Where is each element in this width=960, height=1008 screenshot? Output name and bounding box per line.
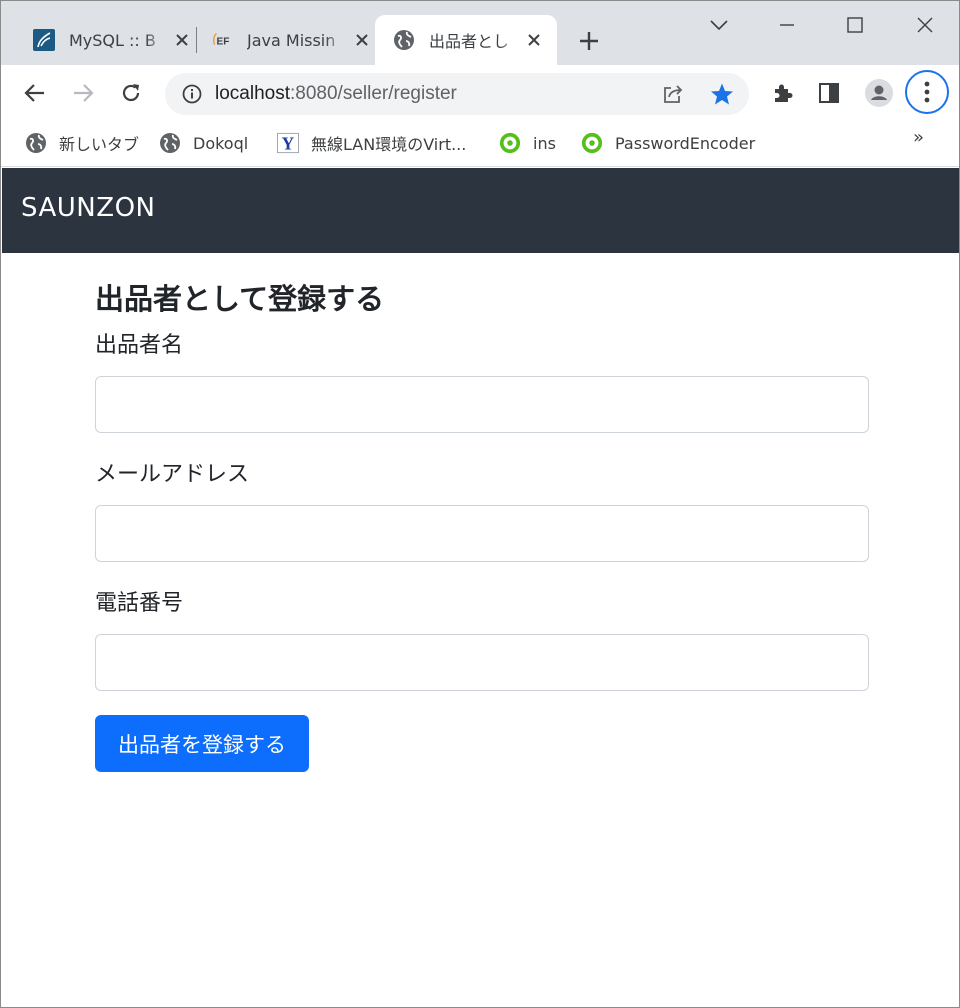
side-panel-icon <box>819 83 839 103</box>
back-button[interactable] <box>19 77 51 109</box>
globe-icon <box>159 132 181 154</box>
minimize-button[interactable] <box>771 9 803 41</box>
bookmarks-bar: 新しいタブ Dokoql Y 無線LAN環境のVirt... ins Passw… <box>1 121 959 167</box>
bookmark-item[interactable]: 新しいタブ <box>25 129 139 157</box>
forward-button[interactable] <box>67 77 99 109</box>
reload-button[interactable] <box>115 77 147 109</box>
green-ring-icon <box>581 132 603 154</box>
globe-icon <box>25 132 47 154</box>
tab-separator <box>196 27 197 53</box>
tab-java[interactable]: EF Java Missin <box>201 15 373 65</box>
bookmark-star-icon[interactable] <box>709 81 735 107</box>
close-icon[interactable] <box>523 29 545 51</box>
bookmark-item[interactable]: ins <box>499 129 556 157</box>
puzzle-icon <box>775 84 793 102</box>
site-brand[interactable]: SAUNZON <box>21 193 155 223</box>
yahoo-y-icon: Y <box>277 132 299 154</box>
email-label: メールアドレス <box>95 462 250 487</box>
close-icon[interactable] <box>351 29 373 51</box>
bookmark-label: PasswordEncoder <box>615 133 756 153</box>
close-icon <box>917 17 933 33</box>
new-tab-button[interactable] <box>575 27 603 55</box>
bookmarks-overflow-button[interactable]: » <box>913 127 924 148</box>
plus-icon <box>580 32 598 50</box>
more-vert-icon <box>924 81 930 103</box>
tab-mysql[interactable]: MySQL :: B <box>23 15 193 65</box>
green-ring-icon <box>499 132 521 154</box>
site-navbar: SAUNZON <box>2 168 959 253</box>
seller-name-label: 出品者名 <box>95 333 184 358</box>
browser-window: MySQL :: B EF Java Missin 出品者とし localhos… <box>0 0 960 1008</box>
url-text[interactable]: localhost:8080/seller/register <box>215 83 457 105</box>
page-title: 出品者として登録する <box>95 282 385 316</box>
tab-title: MySQL :: B <box>69 30 156 50</box>
minimize-icon <box>780 24 794 26</box>
bookmark-item[interactable]: Y 無線LAN環境のVirt... <box>277 129 466 157</box>
phone-label: 電話番号 <box>95 591 184 616</box>
bookmark-item[interactable]: Dokoql <box>159 129 248 157</box>
chevron-down-icon <box>710 20 728 31</box>
tab-search-button[interactable] <box>703 9 735 41</box>
tab-strip: MySQL :: B EF Java Missin 出品者とし <box>1 1 959 65</box>
info-icon[interactable] <box>181 83 203 105</box>
bookmark-label: ins <box>533 133 556 153</box>
globe-icon <box>393 29 415 51</box>
mysql-icon <box>33 29 55 51</box>
seller-name-input[interactable] <box>95 376 869 433</box>
arrow-right-icon <box>74 84 94 102</box>
arrow-left-icon <box>24 84 44 102</box>
ef-icon: EF <box>211 29 233 51</box>
bookmark-label: Dokoql <box>193 133 249 153</box>
side-panel-button[interactable] <box>813 77 845 109</box>
url-host: localhost <box>215 83 290 104</box>
maximize-icon <box>847 17 863 33</box>
email-input[interactable] <box>95 505 869 562</box>
seller-register-form: 出品者として登録する 出品者名 メールアドレス 電話番号 出品者を登録する <box>95 277 869 772</box>
close-window-button[interactable] <box>909 9 941 41</box>
share-icon[interactable] <box>661 82 685 106</box>
close-icon[interactable] <box>171 29 193 51</box>
svg-text:EF: EF <box>217 37 230 48</box>
bookmark-label: 無線LAN環境のVirt... <box>311 135 467 154</box>
avatar-icon <box>865 79 893 107</box>
register-seller-button[interactable]: 出品者を登録する <box>95 715 309 772</box>
maximize-button[interactable] <box>839 9 871 41</box>
tab-title: 出品者とし <box>429 32 510 51</box>
url-path: :8080/seller/register <box>290 83 457 104</box>
extensions-button[interactable] <box>767 77 799 109</box>
bookmark-label: 新しいタブ <box>59 135 140 154</box>
profile-button[interactable] <box>863 77 895 109</box>
phone-input[interactable] <box>95 634 869 691</box>
browser-toolbar: localhost:8080/seller/register <box>1 65 959 121</box>
bookmark-item[interactable]: PasswordEncoder <box>581 129 755 157</box>
chrome-menu-button[interactable] <box>905 70 949 114</box>
address-bar[interactable]: localhost:8080/seller/register <box>165 73 749 115</box>
reload-icon <box>122 84 140 102</box>
svg-text:Y: Y <box>282 133 295 153</box>
tab-register[interactable]: 出品者とし <box>375 15 557 65</box>
tab-title: Java Missin <box>247 30 336 50</box>
